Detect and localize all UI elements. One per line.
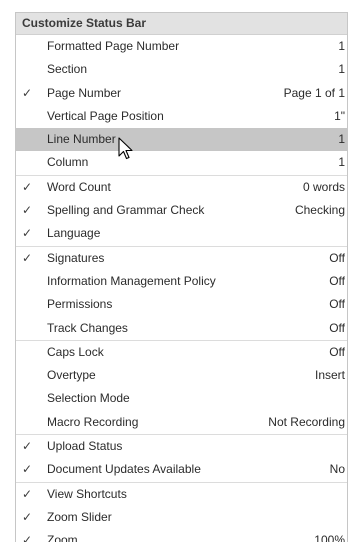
menu-item-zoom-slider[interactable]: ✓ Zoom Slider: [16, 506, 347, 529]
menu-item-label: Word Count: [47, 179, 111, 194]
checkmark-icon: ✓: [21, 226, 33, 241]
menu-item-label: Caps Lock: [47, 344, 104, 359]
menu-item-signatures[interactable]: ✓ Signatures Off: [16, 245, 347, 270]
menu-item-language[interactable]: ✓ Language: [16, 222, 347, 245]
menu-item-formatted-page-number[interactable]: Formatted Page Number 1: [16, 35, 347, 58]
checkmark-icon: ✓: [21, 203, 33, 218]
checkmark-icon: ✓: [21, 509, 33, 524]
checkmark-icon: ✓: [21, 439, 33, 454]
menu-item-track-changes[interactable]: Track Changes Off: [16, 317, 347, 340]
menu-item-value: 1: [338, 39, 345, 53]
menu-item-label: View Shortcuts: [47, 486, 127, 501]
menu-item-value: 1: [338, 155, 345, 170]
menu-item-value: Off: [329, 344, 345, 359]
checkmark-icon: ✓: [21, 179, 33, 194]
checkmark-icon: ✓: [21, 85, 33, 100]
menu-item-value: Checking: [294, 203, 345, 218]
customize-status-bar-menu: Customize Status Bar Formatted Page Numb…: [15, 12, 348, 542]
menu-item-macro-recording[interactable]: Macro Recording Not Recording: [16, 411, 347, 434]
menu-item-label: Upload Status: [47, 439, 123, 454]
checkmark-icon: ✓: [21, 533, 33, 542]
menu-item-label: Zoom Slider: [47, 509, 112, 524]
menu-item-label: Column: [47, 155, 89, 170]
menu-item-page-number[interactable]: ✓ Page Number Page 1 of 1: [16, 82, 347, 105]
menu-item-value: 1: [338, 62, 345, 77]
menu-item-value: 0 words: [302, 179, 345, 194]
menu-title: Customize Status Bar: [16, 13, 347, 35]
checkmark-icon: ✓: [21, 462, 33, 477]
menu-item-zoom[interactable]: ✓ Zoom 100%: [16, 529, 347, 542]
menu-item-label: Macro Recording: [47, 414, 139, 429]
menu-item-spelling-grammar-check[interactable]: ✓ Spelling and Grammar Check Checking: [16, 199, 347, 222]
menu-item-label: Track Changes: [47, 320, 128, 335]
checkmark-icon: ✓: [21, 250, 33, 265]
menu-item-value: Off: [329, 250, 345, 265]
menu-item-label: Signatures: [47, 250, 105, 265]
checkmark-icon: ✓: [21, 486, 33, 501]
menu-item-value: No: [329, 462, 345, 477]
menu-item-value: Not Recording: [268, 414, 345, 429]
menu-item-line-number[interactable]: Line Number 1: [16, 128, 347, 152]
menu-item-value: Off: [329, 320, 345, 335]
menu-item-permissions[interactable]: Permissions Off: [16, 293, 347, 316]
menu-item-label: Language: [47, 226, 101, 241]
menu-item-word-count[interactable]: ✓ Word Count 0 words: [16, 174, 347, 199]
menu-item-value: Off: [329, 273, 345, 288]
menu-item-label: Formatted Page Number: [47, 39, 180, 53]
menu-item-label: Line Number: [47, 132, 116, 147]
menu-item-value: 1: [338, 132, 345, 147]
menu-item-section[interactable]: Section 1: [16, 58, 347, 81]
menu-item-view-shortcuts[interactable]: ✓ View Shortcuts: [16, 481, 347, 506]
menu-item-vertical-page-position[interactable]: Vertical Page Position 1": [16, 105, 347, 128]
menu-item-upload-status[interactable]: ✓ Upload Status: [16, 434, 347, 458]
menu-item-label: Permissions: [47, 297, 113, 312]
menu-item-overtype[interactable]: Overtype Insert: [16, 364, 347, 387]
menu-item-selection-mode[interactable]: Selection Mode: [16, 387, 347, 410]
menu-item-label: Selection Mode: [47, 391, 130, 406]
menu-item-document-updates-available[interactable]: ✓ Document Updates Available No: [16, 458, 347, 481]
menu-item-label: Zoom: [47, 533, 78, 542]
menu-item-value: 1": [334, 108, 345, 123]
menu-item-column[interactable]: Column 1: [16, 151, 347, 174]
menu-item-value: Off: [329, 297, 345, 312]
menu-item-label: Document Updates Available: [47, 462, 201, 477]
menu-item-value: Page 1 of 1: [283, 85, 345, 100]
menu-item-information-management-policy[interactable]: Information Management Policy Off: [16, 270, 347, 293]
menu-item-value: Insert: [314, 368, 345, 383]
menu-item-label: Spelling and Grammar Check: [47, 203, 205, 218]
menu-item-caps-lock[interactable]: Caps Lock Off: [16, 339, 347, 364]
menu-item-label: Page Number: [47, 85, 122, 100]
menu-item-label: Information Management Policy: [47, 273, 216, 288]
menu-item-label: Vertical Page Position: [47, 108, 164, 123]
menu-item-label: Section: [47, 62, 88, 77]
menu-item-value: 100%: [314, 533, 345, 542]
menu-item-label: Overtype: [47, 368, 96, 383]
